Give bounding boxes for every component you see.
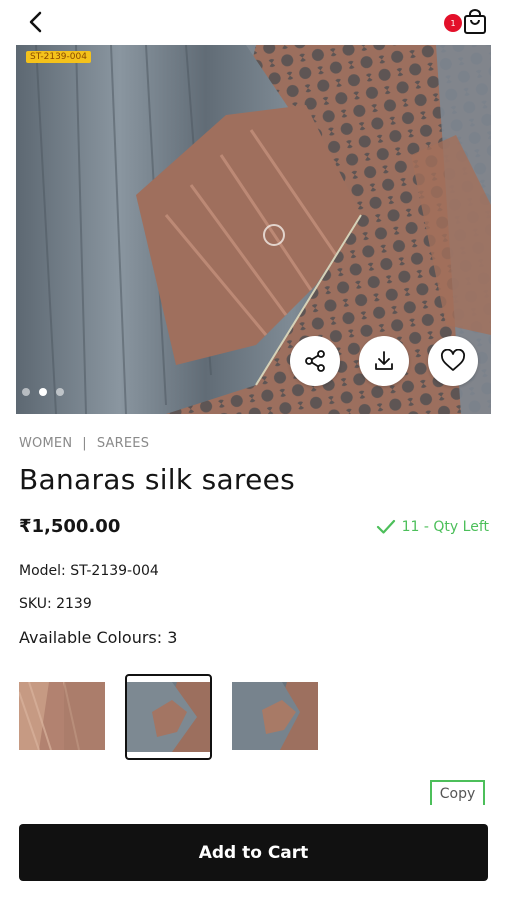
product-model: Model: ST-2139-004 — [19, 563, 159, 579]
download-icon — [375, 351, 393, 370]
product-title: Banaras silk sarees — [19, 463, 296, 496]
product-sku: SKU: 2139 — [19, 596, 92, 612]
carousel-dots — [22, 388, 64, 396]
stock-text: 11 - Qty Left — [401, 519, 489, 535]
back-button[interactable] — [22, 8, 50, 36]
product-price: ₹1,500.00 — [19, 516, 121, 537]
breadcrumb-category[interactable]: WOMEN — [19, 436, 72, 451]
breadcrumb-separator: | — [82, 436, 87, 451]
stock-status: 11 - Qty Left — [376, 519, 489, 535]
cart-button[interactable] — [462, 9, 490, 37]
wishlist-button[interactable] — [428, 336, 478, 386]
carousel-dot-active[interactable] — [39, 388, 47, 396]
download-button[interactable] — [359, 336, 409, 386]
heart-icon — [441, 349, 465, 371]
colour-swatch-peach[interactable] — [19, 682, 105, 750]
add-to-cart-button[interactable]: Add to Cart — [19, 824, 488, 881]
cart-count-badge: 1 — [444, 14, 462, 32]
sku-watermark-tag: ST-2139-004 — [26, 51, 91, 63]
copy-button[interactable]: Copy — [430, 780, 485, 805]
share-button[interactable] — [290, 336, 340, 386]
available-colours-label: Available Colours: 3 — [19, 628, 178, 647]
colour-swatch-grey-copper-alt[interactable] — [232, 682, 318, 750]
product-photo — [16, 45, 491, 414]
carousel-dot[interactable] — [56, 388, 64, 396]
chevron-left-icon — [29, 11, 42, 33]
colour-swatch-grey-copper[interactable] — [125, 674, 212, 760]
product-image-carousel[interactable]: ST-2139-004 — [16, 45, 491, 414]
check-icon — [376, 519, 395, 534]
share-icon — [305, 350, 325, 372]
shopping-bag-icon — [464, 9, 486, 34]
top-bar: 1 — [0, 0, 507, 44]
breadcrumb: WOMEN | SAREES — [19, 436, 149, 451]
carousel-dot[interactable] — [22, 388, 30, 396]
breadcrumb-subcategory[interactable]: SAREES — [97, 436, 149, 451]
